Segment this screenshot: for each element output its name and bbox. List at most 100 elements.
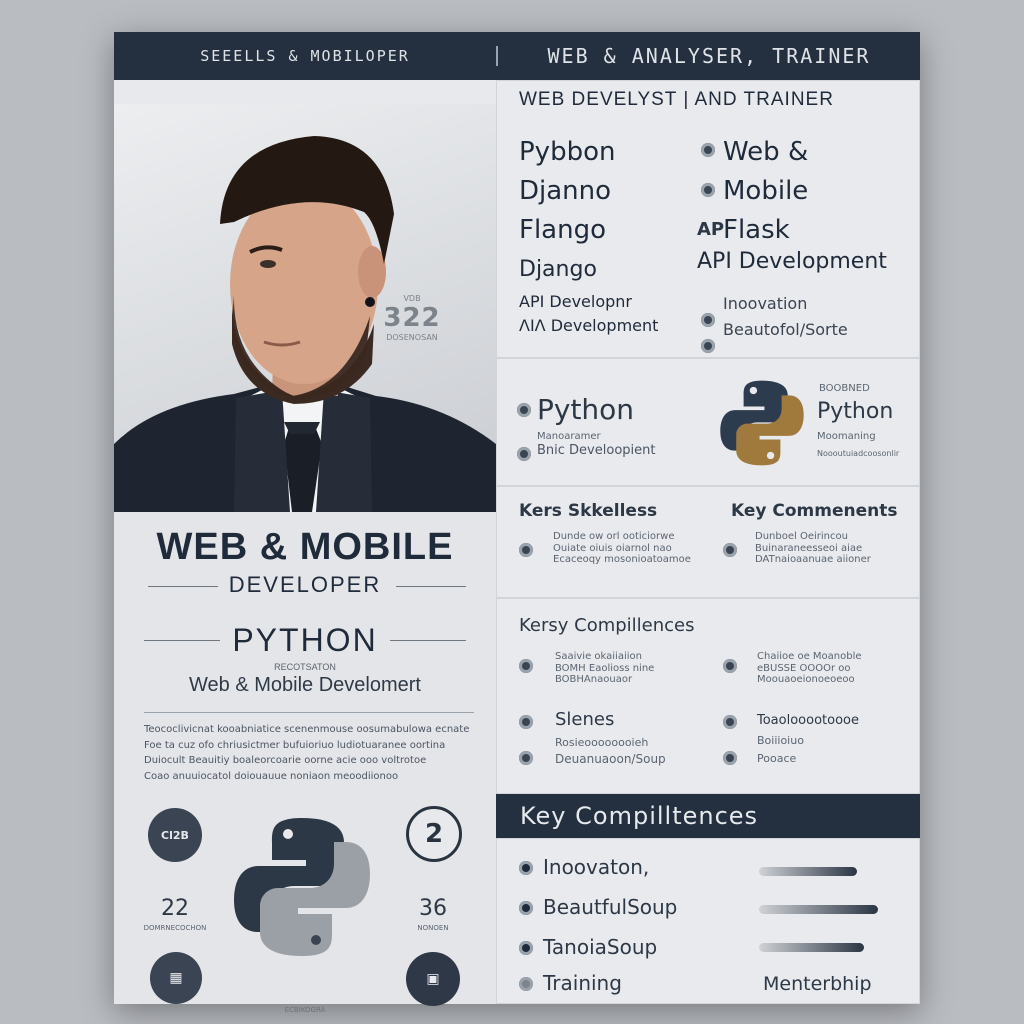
stat-caption-right: NONOEN [417, 924, 449, 932]
python-logo-small [720, 380, 804, 466]
bullet-icon [723, 543, 737, 557]
title-developer: DEVELOPER [228, 572, 382, 597]
photo-tag-small: DOSENOSAN [386, 333, 438, 342]
comp-right-sub2: Pooace [757, 752, 797, 765]
intro-line: Coao anuuiocatol doiouauue noniaon meood… [144, 770, 399, 782]
competence-level-bar [759, 905, 878, 914]
skills-list-panel: WEB DEVELYST | AND TRAINER Pybbon Djanno… [496, 80, 920, 358]
intro-paragraph: Teococlivicnat kooabniatice scenenmouse … [144, 722, 474, 784]
key-components-lines: Dunboel Oeirincou Buinaraneesseoi aiae D… [755, 531, 915, 566]
comp-left-sub2: Deuanuaoon/Soup [555, 752, 666, 766]
stat-icon-right-text: 2 [424, 819, 444, 849]
skill-item: Inoovation [723, 294, 808, 313]
panel-heading: WEB DEVELYST | AND TRAINER [519, 89, 834, 110]
python-right-title: Python [817, 399, 894, 424]
photo-tag-top: VDB [403, 294, 421, 303]
bullet-icon [519, 751, 533, 765]
bullet-icon [701, 313, 715, 327]
text-line: eBUSSE OOOOr oo [757, 662, 851, 674]
intro-line: Duiocult Beauitiy boaleorcoarie oorne ac… [144, 755, 427, 766]
subtitle-web-mobile: Web & Mobile Develomert [189, 674, 421, 696]
text-line: Saaivie okaiiaiion [555, 651, 642, 662]
bullet-icon [517, 447, 531, 461]
left-info-block: WEB & MOBILE DEVELOPER PYTHON RECOTSATON… [114, 512, 496, 1014]
stat-icon-left-text: Cl2B [161, 828, 189, 842]
text-line: Ouiate oiuis oiarnol nao [553, 542, 672, 554]
stat-icon-right: 2 [406, 806, 462, 862]
stat-caption-left: DOMRNECOCHON [143, 924, 207, 932]
bullet-icon [519, 941, 533, 955]
text-line: Dunboel Oeirincou [755, 531, 848, 542]
bullet-icon [701, 339, 715, 353]
key-skills-heading: Kers Skkelless [519, 501, 658, 521]
subtitle-rule [144, 712, 474, 713]
competence-level-bar [759, 867, 857, 876]
skill-item: Mobile [723, 176, 809, 206]
text-line: DATnaioaanuae aiioner [755, 554, 871, 565]
competences-list: Inoovaton, BeautfulSoup TanoiaSoup Train… [496, 838, 920, 1004]
header-right-text: WEB & ANALYSER, TRAINER [547, 44, 871, 68]
bullet-icon [701, 183, 715, 197]
portrait-photo: VDB 322 DOSENOSAN [114, 104, 496, 512]
stat-number-right: 36 [419, 896, 447, 921]
skills-column-right: Web & Mobile Flask [723, 133, 808, 250]
key-competences-title: Key Compilltences [520, 802, 759, 830]
competence-item: Inoovaton, [543, 855, 650, 879]
competence-item: BeautfulSoup [543, 895, 678, 919]
comp-lines-right: Chaiioe oe Moanoble eBUSSE OOOOr oo Moou… [757, 651, 917, 686]
tiny-label: RECOTSATON [274, 662, 336, 672]
skill-item: Flango [519, 215, 607, 245]
skills-column-left: Pybbon Djanno Flango Django API Developn… [519, 133, 658, 337]
key-components-heading: Key Commenents [731, 501, 898, 521]
comp-left-sub: Rosieoooooooieh [555, 736, 649, 749]
python-right-small-top: BOOBNED [819, 383, 870, 394]
python-left-sub: Bnic Develoopient [537, 443, 656, 458]
comp-right-title: Toaolooootoooe [757, 713, 859, 728]
bullet-icon [519, 715, 533, 729]
skill-item: API Developnr [519, 292, 632, 311]
bullet-icon [723, 715, 737, 729]
python-left-title: Python [537, 393, 635, 426]
key-skills-panel: Kers Skkelless Key Commenents Dunde ow o… [496, 486, 920, 598]
competences-heading: Kersy Compillences [519, 615, 695, 636]
title-web-mobile: WEB & MOBILE [156, 526, 454, 568]
comp-lines-left: Saaivie okaiiaiion BOMH Eaolioss nine BO… [555, 651, 715, 686]
bullet-icon [519, 977, 533, 991]
bullet-icon [723, 751, 737, 765]
skill-list-small: Inoovation Beautofol/Sorte [723, 291, 848, 343]
text-line: Buinaraneesseoi aiae [755, 542, 863, 554]
bullet-icon [701, 143, 715, 157]
competence-level-bar [759, 943, 864, 952]
competence-extra: Menterbhip [763, 973, 872, 995]
python-right-sub: Noooutuiadcoosonlir [817, 449, 900, 458]
comp-right-sub: Boiiioiuo [757, 734, 804, 747]
header-bar: SEEELLS & MOBILOPER WEB & ANALYSER, TRAI… [114, 32, 920, 80]
text-line: Chaiioe oe Moanoble [757, 651, 862, 662]
competence-item: Training [543, 971, 622, 995]
stat-number-left: 22 [161, 896, 189, 921]
key-skills-lines: Dunde ow orl ooticiorwe Ouiate oiuis oia… [553, 531, 713, 566]
bullet-icon [519, 659, 533, 673]
skill-item: Web & [723, 137, 809, 167]
text-line: Dunde ow orl ooticiorwe [553, 531, 675, 542]
skill-item: Djanno [519, 176, 612, 206]
intro-line: Foe ta cuz ofo chriusictmer bufuioriuo l… [144, 739, 446, 751]
photo-tag: VDB 322 DOSENOSAN [372, 294, 452, 342]
key-competences-bar: Key Compilltences [496, 794, 920, 838]
title-python: PYTHON [232, 622, 378, 658]
python-panel: Python Manoaramer Bnic Develoopient BOOB… [496, 358, 920, 486]
bullet-icon [517, 403, 531, 417]
bullet-icon [519, 861, 533, 875]
text-line: Ecaceoqy mosonioatoamoe [553, 554, 691, 565]
bullet-icon [519, 543, 533, 557]
skill-item: Flask [723, 215, 790, 245]
skill-item: Beautofol/Sorte [723, 320, 848, 339]
skill-item: Django [519, 257, 597, 282]
python-logo-large [234, 818, 370, 956]
skill-item-api: API Development [697, 249, 887, 274]
badge-icon-right: ▣ [406, 952, 460, 1006]
header-left-text: SEEELLS & MOBILOPER [200, 47, 410, 65]
python-right-small: Moomaning [817, 431, 876, 442]
photo-tag-number: 322 [383, 303, 441, 333]
resume-sheet: SEEELLS & MOBILOPER WEB & ANALYSER, TRAI… [114, 32, 920, 1014]
